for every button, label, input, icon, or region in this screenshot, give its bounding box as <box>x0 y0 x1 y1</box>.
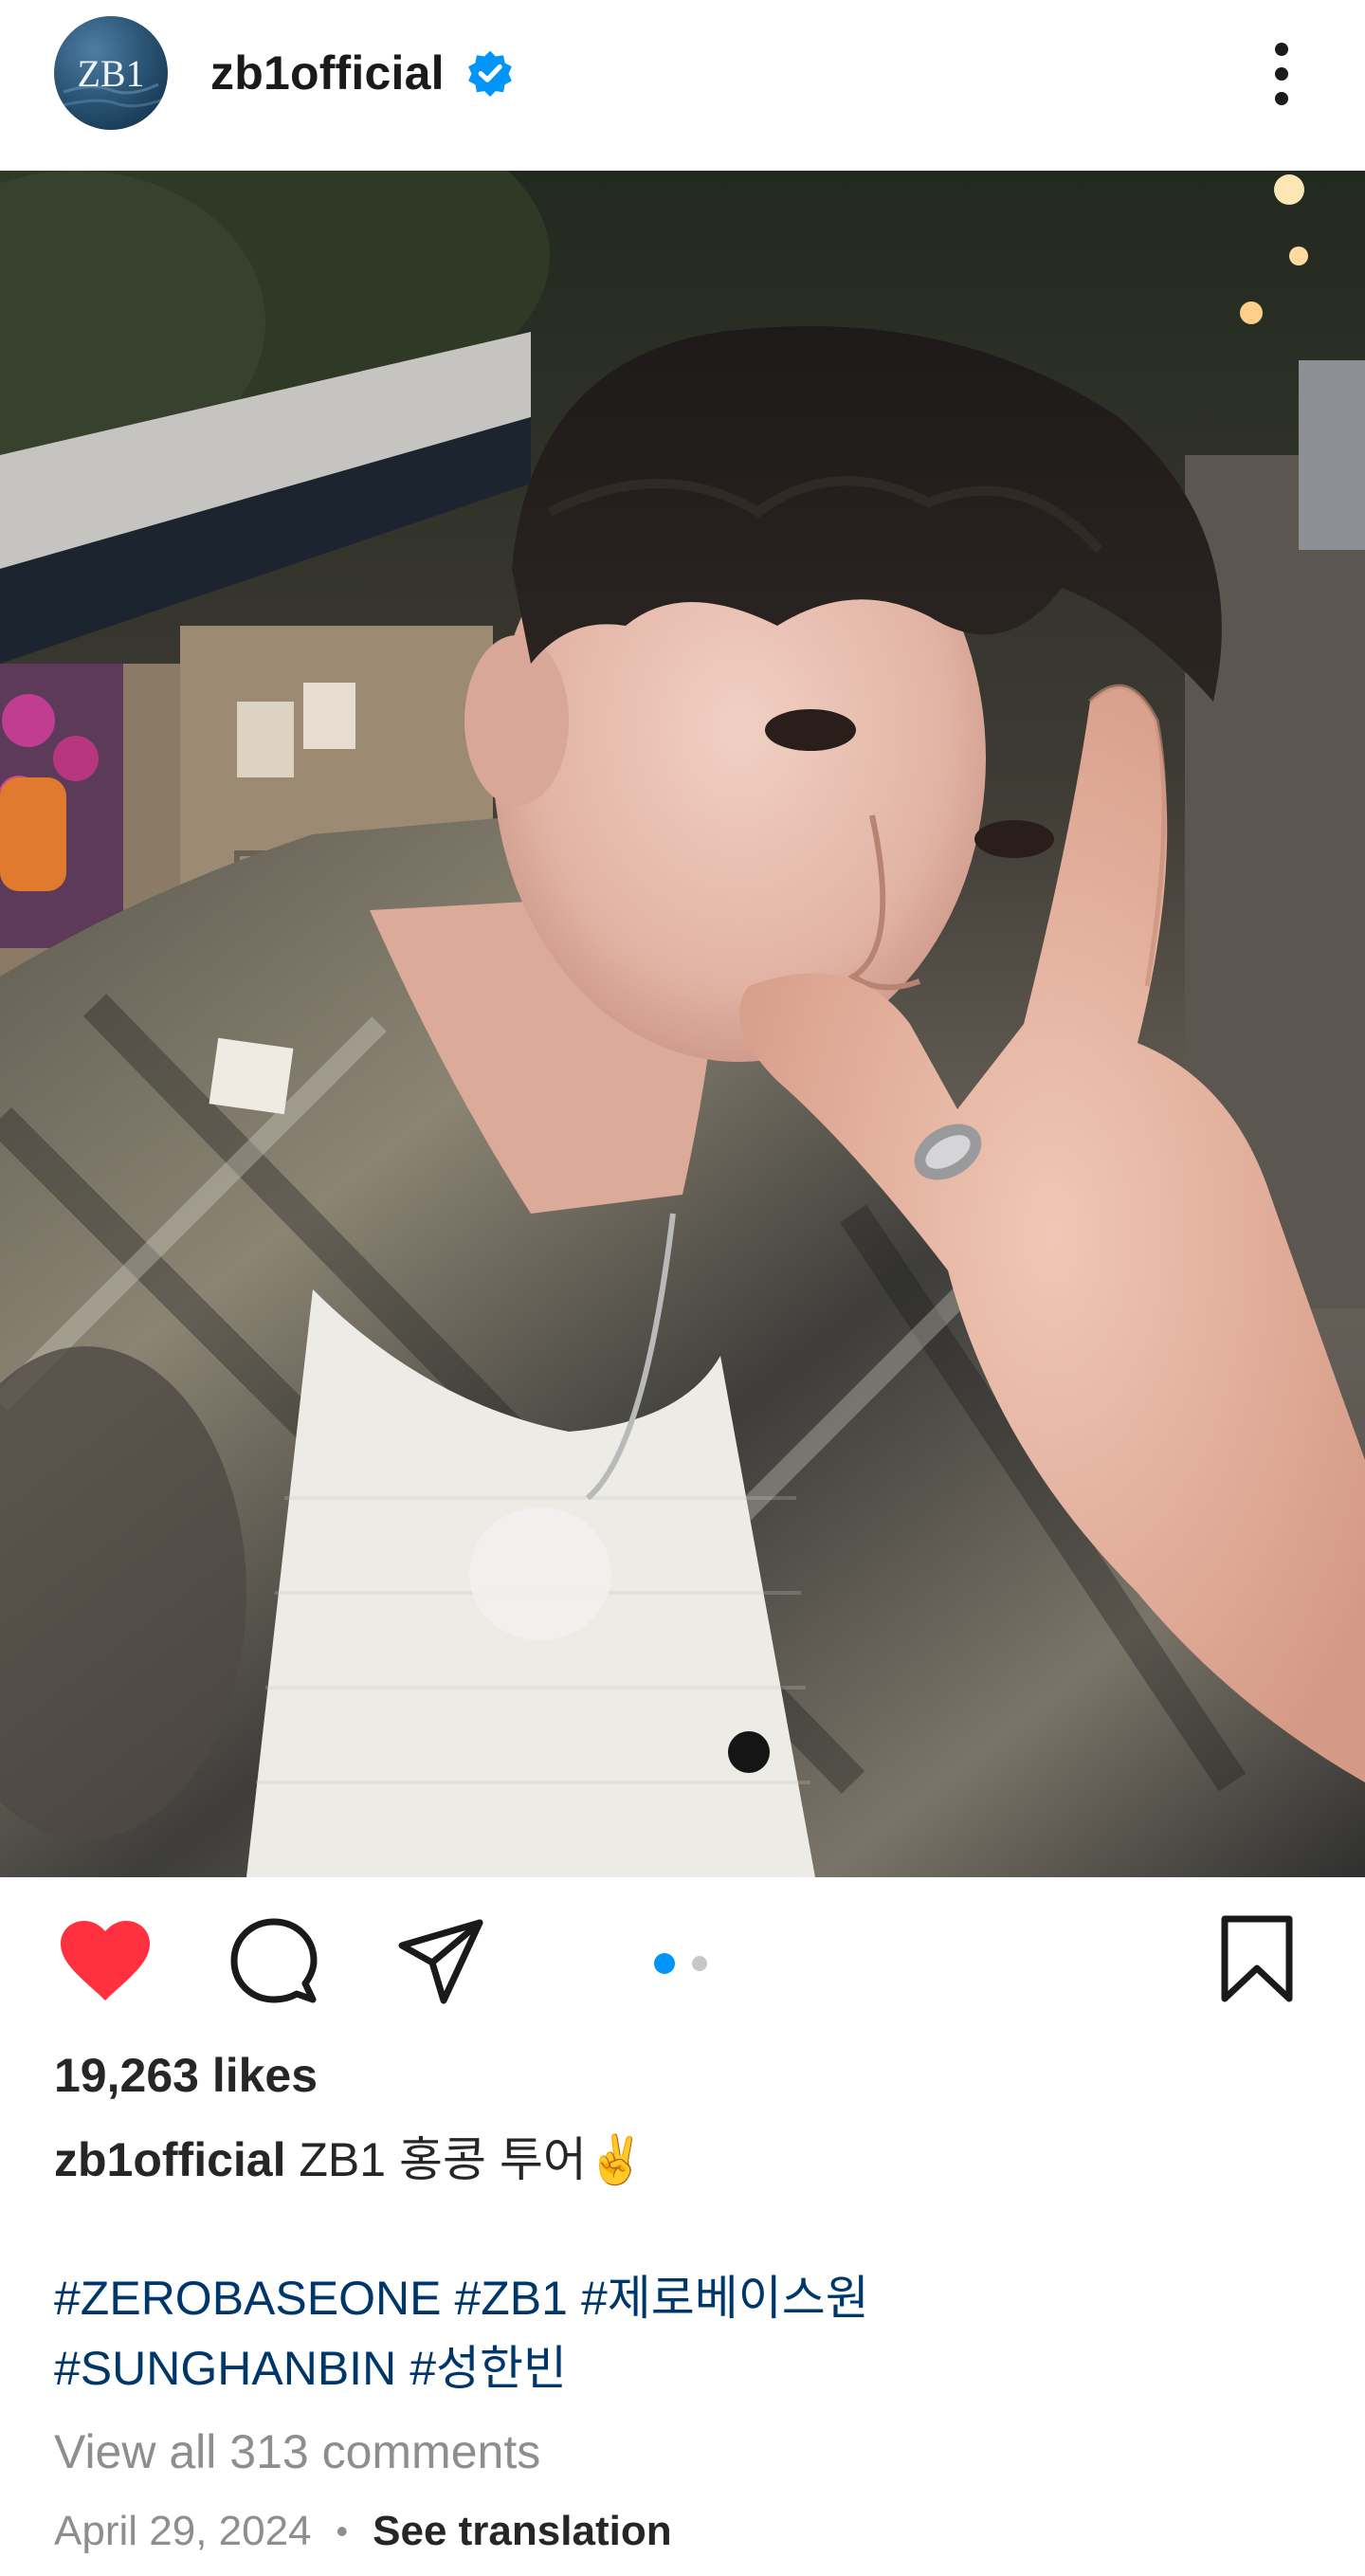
post-photo-illustration <box>0 171 1365 1877</box>
svg-text:ZB1: ZB1 <box>77 52 144 95</box>
hashtag-link[interactable]: #성한빈 <box>410 2342 567 2395</box>
post-meta: April 29, 2024 • See translation <box>54 2508 672 2555</box>
carousel-dot-active <box>654 1953 675 1974</box>
meta-separator: • <box>336 2512 349 2550</box>
view-all-comments-link[interactable]: View all 313 comments <box>54 2424 540 2479</box>
more-options-button[interactable] <box>1251 36 1312 112</box>
avatar-logo: ZB1 <box>58 52 164 108</box>
likes-count[interactable]: 19,263 likes <box>54 2048 318 2103</box>
hashtag-link[interactable]: #SUNGHANBIN <box>54 2342 396 2395</box>
action-bar <box>0 1877 1365 2048</box>
post-header: ZB1 zb1official <box>0 0 1365 171</box>
carousel-dot <box>692 1956 707 1971</box>
carousel-indicator <box>654 1953 711 1974</box>
avatar[interactable]: ZB1 <box>54 16 168 130</box>
caption-username[interactable]: zb1official <box>54 2133 285 2186</box>
caption: zb1official ZB1 홍콩 투어✌️ <box>54 2127 1315 2193</box>
comment-icon[interactable] <box>229 1917 318 2006</box>
bookmark-icon[interactable] <box>1219 1913 1295 2004</box>
instagram-post: ZB1 zb1official 19,263 likes zb1official… <box>0 0 1365 2576</box>
username-row[interactable]: zb1official <box>210 40 515 106</box>
hashtag-link[interactable]: #제로베이스원 <box>581 2272 869 2325</box>
see-translation-link[interactable]: See translation <box>373 2508 671 2555</box>
send-icon[interactable] <box>396 1917 485 2006</box>
heart-filled-icon[interactable] <box>59 1919 152 2004</box>
caption-text: ZB1 홍콩 투어✌️ <box>299 2133 646 2186</box>
hashtag-link[interactable]: #ZEROBASEONE <box>54 2272 441 2325</box>
post-date: April 29, 2024 <box>54 2508 312 2554</box>
more-vertical-icon <box>1275 43 1288 105</box>
hashtag-link[interactable]: #ZB1 <box>454 2272 568 2325</box>
post-username[interactable]: zb1official <box>210 46 445 100</box>
verified-badge-icon <box>467 50 512 97</box>
hashtags: #ZEROBASEONE #ZB1 #제로베이스원 #SUNGHANBIN #성한빈 <box>54 2263 1315 2403</box>
post-photo[interactable] <box>0 171 1365 1877</box>
